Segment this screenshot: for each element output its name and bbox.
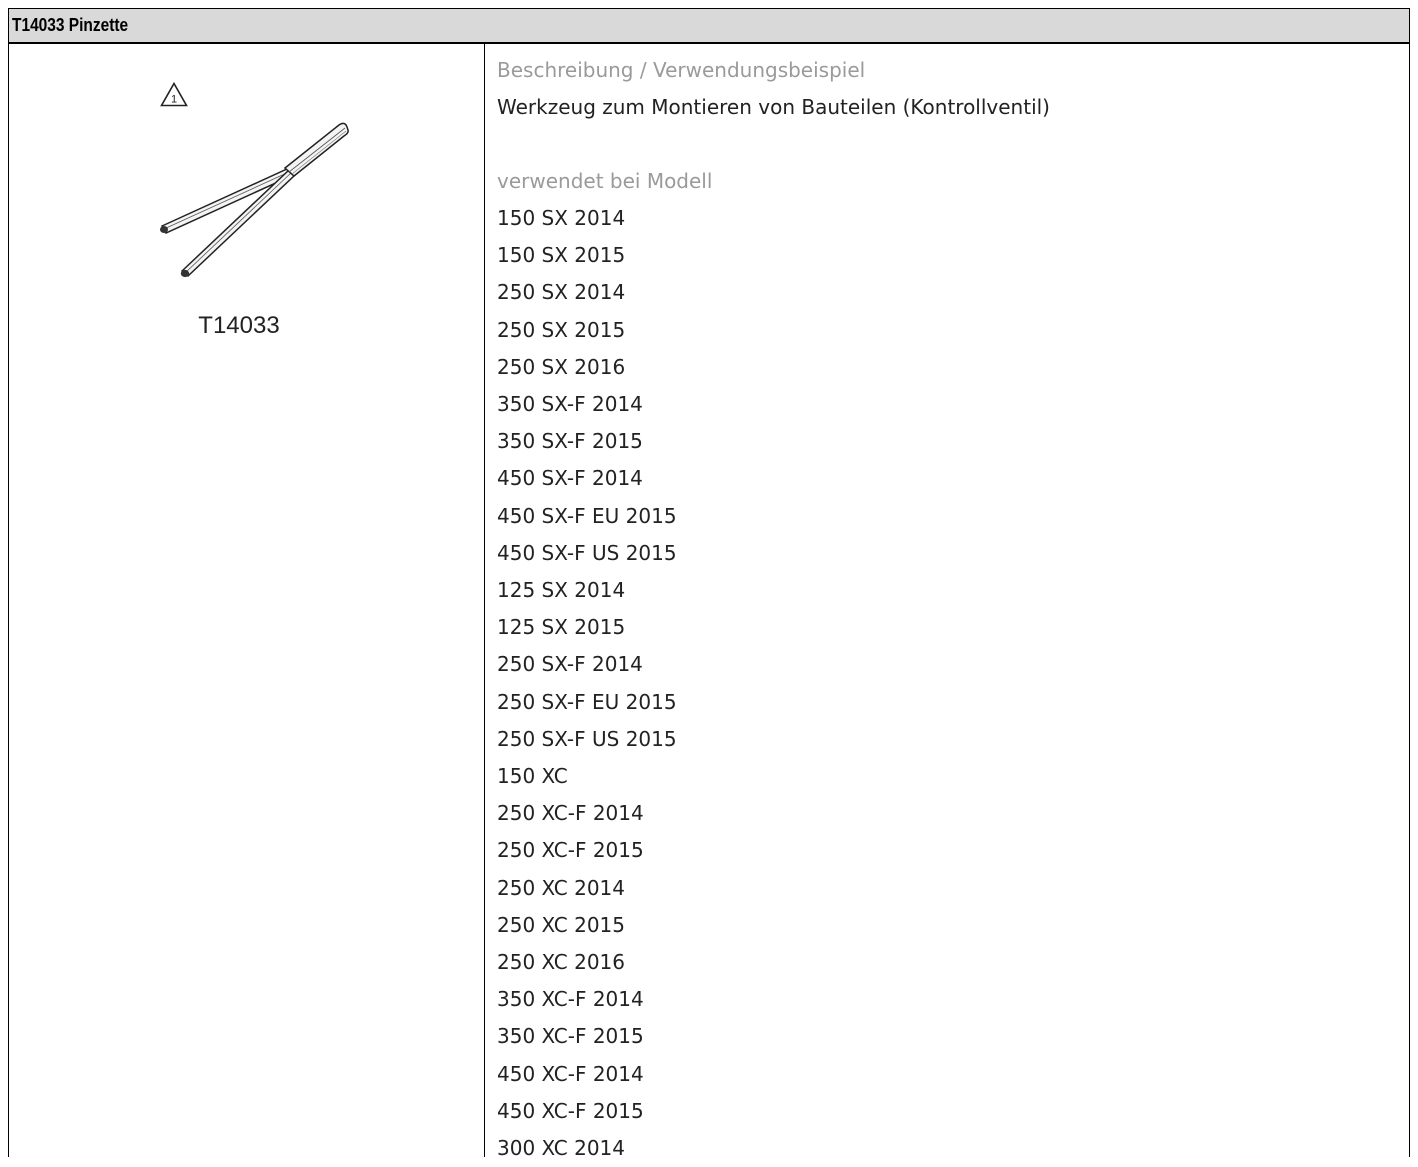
list-item: 250 XC 2015 — [497, 912, 625, 937]
list-item: 350 XC-F 2015 — [497, 1024, 644, 1049]
column-divider — [484, 44, 485, 1157]
list-item: 250 SX-F EU 2015 — [497, 689, 677, 714]
list-item: 300 XC 2014 — [497, 1136, 625, 1161]
page-title: T14033 Pinzette — [12, 15, 129, 35]
list-item: 250 XC 2016 — [497, 950, 625, 975]
page-title-bar: T14033 Pinzette — [9, 8, 1409, 44]
list-item: 250 SX-F US 2015 — [497, 726, 677, 751]
list-item: 450 XC-F 2015 — [497, 1098, 644, 1123]
list-item: 250 SX-F 2014 — [497, 652, 643, 677]
tool-details-panel: Beschreibung / Verwendungsbeispiel Werkz… — [497, 52, 1397, 1167]
list-item: 150 SX 2014 — [497, 206, 626, 230]
tweezers-illustration — [160, 122, 349, 278]
list-item: 350 XC-F 2014 — [497, 987, 644, 1012]
list-item: 125 SX 2015 — [497, 615, 626, 640]
list-item: 450 SX-F EU 2015 — [497, 503, 677, 528]
list-item: 250 XC 2014 — [497, 875, 625, 900]
tool-sheet: T14033 Pinzette 1 T14033 Beschreibung / … — [8, 8, 1410, 1160]
list-item: 250 XC-F 2014 — [497, 801, 644, 826]
list-item: 250 SX 2015 — [497, 317, 626, 342]
model-list: 150 SX 2014 150 SX 2015 250 SX 2014 250 … — [497, 200, 1397, 1167]
warning-triangle-icon: 1 — [160, 82, 188, 107]
list-item: 350 SX-F 2015 — [497, 429, 643, 454]
list-item: 250 XC-F 2015 — [497, 838, 644, 863]
list-item: 150 XC — [497, 764, 568, 789]
warning-marker: 1 — [171, 94, 177, 106]
tool-illustration-panel: 1 T14033 — [9, 44, 484, 1157]
list-item: 125 SX 2014 — [497, 578, 626, 603]
list-item: 350 SX-F 2014 — [497, 392, 643, 417]
models-label: verwendet bei Modell — [497, 169, 713, 193]
list-item: 250 SX 2016 — [497, 354, 626, 379]
list-item: 450 XC-F 2014 — [497, 1061, 644, 1086]
list-item: 250 SX 2014 — [497, 280, 626, 305]
list-item: 150 SX 2015 — [497, 243, 626, 268]
tool-caption: T14033 — [198, 312, 280, 339]
list-item: 450 SX-F US 2015 — [497, 540, 677, 565]
description-label: Beschreibung / Verwendungsbeispiel — [497, 58, 866, 82]
list-item: 450 SX-F 2014 — [497, 466, 643, 491]
description-value: Werkzeug zum Montieren von Bauteilen (Ko… — [497, 95, 1050, 119]
